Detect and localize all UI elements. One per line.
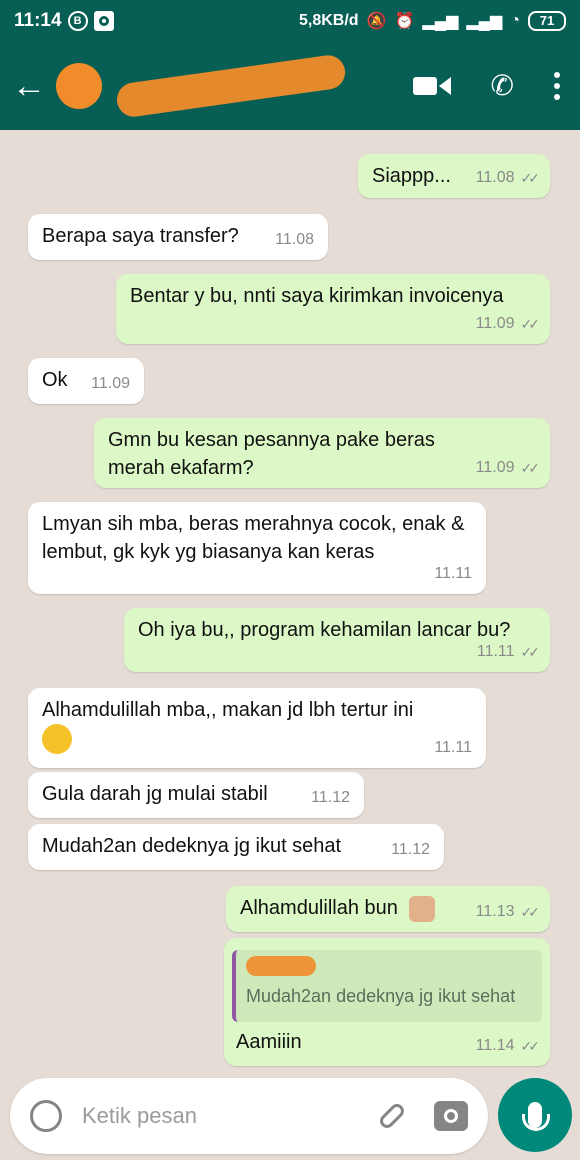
network-speed: 5,8KB/d <box>299 12 359 29</box>
camera-icon[interactable] <box>434 1101 468 1131</box>
message-text: Berapa saya transfer? <box>42 225 239 247</box>
message-text: Alhamdulillah bun <box>240 897 398 919</box>
redacted-contact-name[interactable] <box>114 53 348 119</box>
message-text: Bentar y bu, nnti saya kirimkan invoicen… <box>130 285 504 307</box>
message-incoming[interactable]: Gula darah jg mulai stabil 11.12 <box>28 772 364 818</box>
message-time: 11.13 <box>475 903 515 920</box>
message-time: 11.09 <box>91 375 130 392</box>
status-bar: 11:14 B 5,8KB/d 🔕 ⏰ ▂▄▆ ▂▄▆ ◔ 71 <box>0 0 580 42</box>
phone-icon[interactable]: ✆ <box>491 72 514 100</box>
message-incoming[interactable]: Mudah2an dedeknya jg ikut sehat 11.12 <box>28 824 444 870</box>
app-notification-icon <box>93 11 114 31</box>
message-time: 11.09 <box>475 459 515 476</box>
message-input-bar: Ketik pesan <box>0 1072 580 1160</box>
quoted-text: Mudah2an dedeknya jg ikut sehat <box>246 986 516 1006</box>
status-time: 11:14 <box>14 10 62 31</box>
message-outgoing[interactable]: Oh iya bu,, program kehamilan lancar bu?… <box>124 608 550 672</box>
message-text: Siappp... <box>372 165 451 187</box>
mute-icon: 🔕 <box>366 13 387 30</box>
read-ticks-icon: ✓✓ <box>520 170 541 186</box>
message-outgoing[interactable]: Siappp... 11.08 ✓✓ <box>358 154 550 198</box>
message-time: 11.08 <box>275 231 314 248</box>
message-outgoing[interactable]: Bentar y bu, nnti saya kirimkan invoicen… <box>116 274 550 344</box>
message-incoming[interactable]: Alhamdulillah mba,, makan jd lbh tertur … <box>28 688 486 768</box>
emoji-icon[interactable] <box>30 1100 62 1132</box>
quoted-message[interactable]: Mudah2an dedeknya jg ikut sehat <box>232 950 542 1022</box>
message-time: 11.11 <box>476 643 515 660</box>
mic-icon <box>522 1102 550 1131</box>
message-time: 11.14 <box>475 1037 515 1054</box>
message-incoming[interactable]: Berapa saya transfer? 11.08 <box>28 214 328 260</box>
message-input[interactable]: Ketik pesan <box>10 1078 488 1154</box>
read-ticks-icon: ✓✓ <box>520 644 541 660</box>
read-ticks-icon: ✓✓ <box>520 316 541 332</box>
message-outgoing-reply[interactable]: Mudah2an dedeknya jg ikut sehat Aamiiin … <box>224 938 550 1066</box>
message-text: Mudah2an dedeknya jg ikut sehat <box>42 835 342 857</box>
message-text: Gula darah jg mulai stabil <box>42 783 268 805</box>
message-time: 11.08 <box>475 169 515 186</box>
voice-record-button[interactable] <box>498 1078 572 1152</box>
chat-area: Siappp... 11.08 ✓✓ Berapa saya transfer? … <box>0 130 580 1072</box>
message-time: 11.09 <box>475 315 515 332</box>
attach-icon[interactable] <box>377 1101 407 1131</box>
message-incoming[interactable]: Ok 11.09 <box>28 358 144 404</box>
arrow-left-icon[interactable]: ← <box>12 69 46 103</box>
message-time: 11.11 <box>434 739 472 756</box>
input-placeholder: Ketik pesan <box>82 1103 197 1128</box>
wifi-icon: ◔ <box>510 12 520 29</box>
signal-icon-2: ▂▄▆ <box>466 13 503 30</box>
read-ticks-icon: ✓✓ <box>520 904 541 920</box>
blushing-face-emoji-icon <box>42 724 72 754</box>
avatar[interactable] <box>56 63 102 109</box>
message-incoming[interactable]: Lmyan sih mba, beras merahnya cocok, ena… <box>28 502 486 594</box>
read-ticks-icon: ✓✓ <box>520 1038 541 1054</box>
battery-indicator: 71 <box>528 11 566 31</box>
message-text: Lmyan sih mba, beras merahnya cocok, ena… <box>42 513 465 563</box>
chat-header: ← ✆ <box>0 42 580 130</box>
redacted-quote-author <box>246 956 316 976</box>
signal-icon: ▂▄▆ <box>422 13 459 30</box>
b-badge-icon: B <box>67 11 88 31</box>
message-outgoing[interactable]: Gmn bu kesan pesannya pake beras merah e… <box>94 418 550 488</box>
message-time: 11.12 <box>311 789 350 806</box>
message-text: Gmn bu kesan pesannya pake beras merah e… <box>108 429 435 479</box>
more-options-icon[interactable] <box>554 72 560 100</box>
message-text: Ok <box>42 369 68 391</box>
read-ticks-icon: ✓✓ <box>520 460 541 476</box>
thumbs-up-emoji-icon <box>409 895 436 922</box>
message-outgoing[interactable]: Alhamdulillah bun 11.13 ✓✓ <box>226 886 550 932</box>
message-time: 11.11 <box>434 565 472 582</box>
alarm-icon: ⏰ <box>394 13 415 30</box>
message-text: Oh iya bu,, program kehamilan lancar bu? <box>138 619 511 641</box>
message-time: 11.12 <box>391 841 430 858</box>
video-call-icon[interactable] <box>412 77 451 95</box>
message-text: Alhamdulillah mba,, makan jd lbh tertur … <box>42 699 414 721</box>
message-text: Aamiiin <box>236 1031 302 1053</box>
